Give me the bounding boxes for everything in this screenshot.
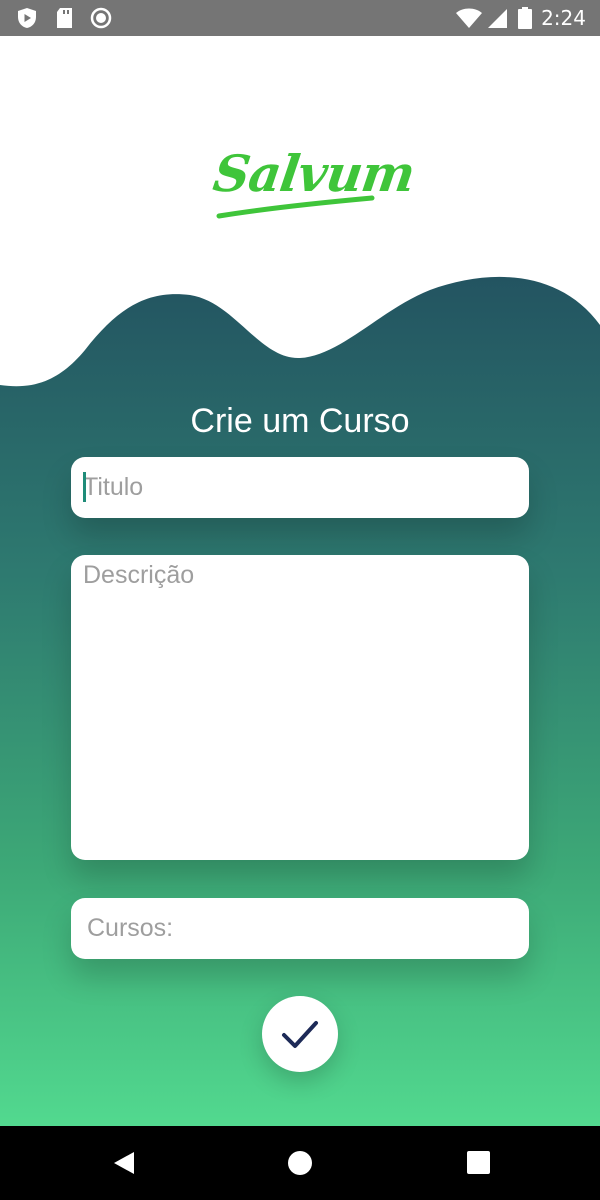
status-time: 2:24 [541,6,586,30]
wifi-icon [456,8,482,28]
description-input[interactable] [71,555,529,860]
text-cursor [83,472,86,502]
salvum-logo: Salvum [210,140,418,230]
title-input[interactable] [71,457,529,518]
submit-button[interactable] [262,996,338,1072]
home-icon[interactable] [285,1148,315,1178]
courses-input[interactable] [71,898,529,959]
signal-icon [488,9,507,28]
navigation-bar [0,1126,600,1200]
back-icon[interactable] [108,1148,138,1178]
recents-icon[interactable] [464,1148,494,1178]
play-protect-icon [18,8,36,28]
status-bar: 2:24 [0,0,600,36]
page-title: Crie um Curso [190,402,410,440]
record-icon [90,7,112,29]
battery-icon [518,7,532,29]
create-course-screen: 2:24 Salvum Crie um Curso [0,0,600,1200]
checkmark-icon [282,1021,318,1048]
logo-underline [216,195,375,219]
sd-card-icon [57,8,72,28]
